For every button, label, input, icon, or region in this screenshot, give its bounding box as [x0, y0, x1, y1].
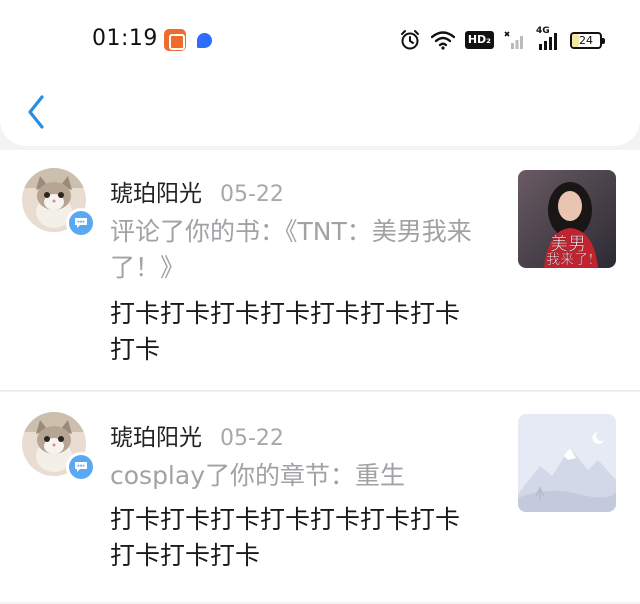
battery-level: 24	[579, 33, 593, 47]
navigation-bar	[0, 78, 640, 146]
chat-bubble-icon	[75, 462, 87, 472]
status-time: 01:19	[92, 26, 158, 51]
chat-bubble-icon	[75, 218, 87, 228]
signal-4g-icon: 4G	[536, 26, 560, 51]
chevron-left-icon	[28, 95, 44, 129]
svg-text:我来了!: 我来了!	[546, 252, 594, 268]
system-icons: HD₂ 4G 24	[399, 26, 605, 54]
app-notification-icon-2	[197, 33, 212, 48]
signal-no-sim-icon	[504, 31, 523, 49]
comment-text: 打卡打卡打卡打卡打卡打卡打卡打卡打卡打卡	[110, 505, 461, 570]
divider	[0, 390, 640, 391]
name-row: 琥珀阳光 05-22	[110, 174, 284, 208]
book-cover-thumbnail[interactable]: 美男 我来了!	[518, 170, 616, 268]
chapter-thumbnail-placeholder[interactable]	[518, 414, 616, 512]
comment-badge	[66, 452, 96, 482]
battery-icon: 24	[570, 31, 605, 49]
list-item[interactable]: 琥珀阳光 05-22 cosplay了你的章节：重生 打卡打卡打卡打卡打卡打卡打…	[0, 392, 640, 602]
mountain-placeholder-icon	[518, 414, 616, 512]
username[interactable]: 琥珀阳光	[110, 418, 202, 452]
notification-list: 琥珀阳光 05-22 评论了你的书：《TNT：美男我来了！》 打卡打卡打卡打卡打…	[0, 150, 640, 602]
list-item[interactable]: 琥珀阳光 05-22 评论了你的书：《TNT：美男我来了！》 打卡打卡打卡打卡打…	[0, 150, 640, 390]
back-button[interactable]	[14, 88, 58, 136]
name-row: 琥珀阳光 05-22	[110, 418, 284, 452]
comment-text: 打卡打卡打卡打卡打卡打卡打卡打卡	[110, 299, 461, 364]
timestamp: 05-22	[220, 426, 284, 451]
alarm-icon	[400, 30, 419, 50]
timestamp: 05-22	[220, 182, 284, 207]
hd-voice-badge: HD₂	[464, 31, 494, 49]
avatar[interactable]	[22, 168, 96, 242]
activity-description[interactable]: 评论了你的书：《TNT：美男我来了！》	[110, 214, 480, 286]
activity-description[interactable]: cosplay了你的章节：重生	[110, 458, 480, 494]
comment-badge	[66, 208, 96, 238]
wifi-icon	[430, 31, 455, 50]
avatar[interactable]	[22, 412, 96, 486]
status-bar: 01:19 HD₂ 4G 24	[0, 0, 640, 78]
username[interactable]: 琥珀阳光	[110, 174, 202, 208]
app-notification-icon	[164, 29, 186, 51]
